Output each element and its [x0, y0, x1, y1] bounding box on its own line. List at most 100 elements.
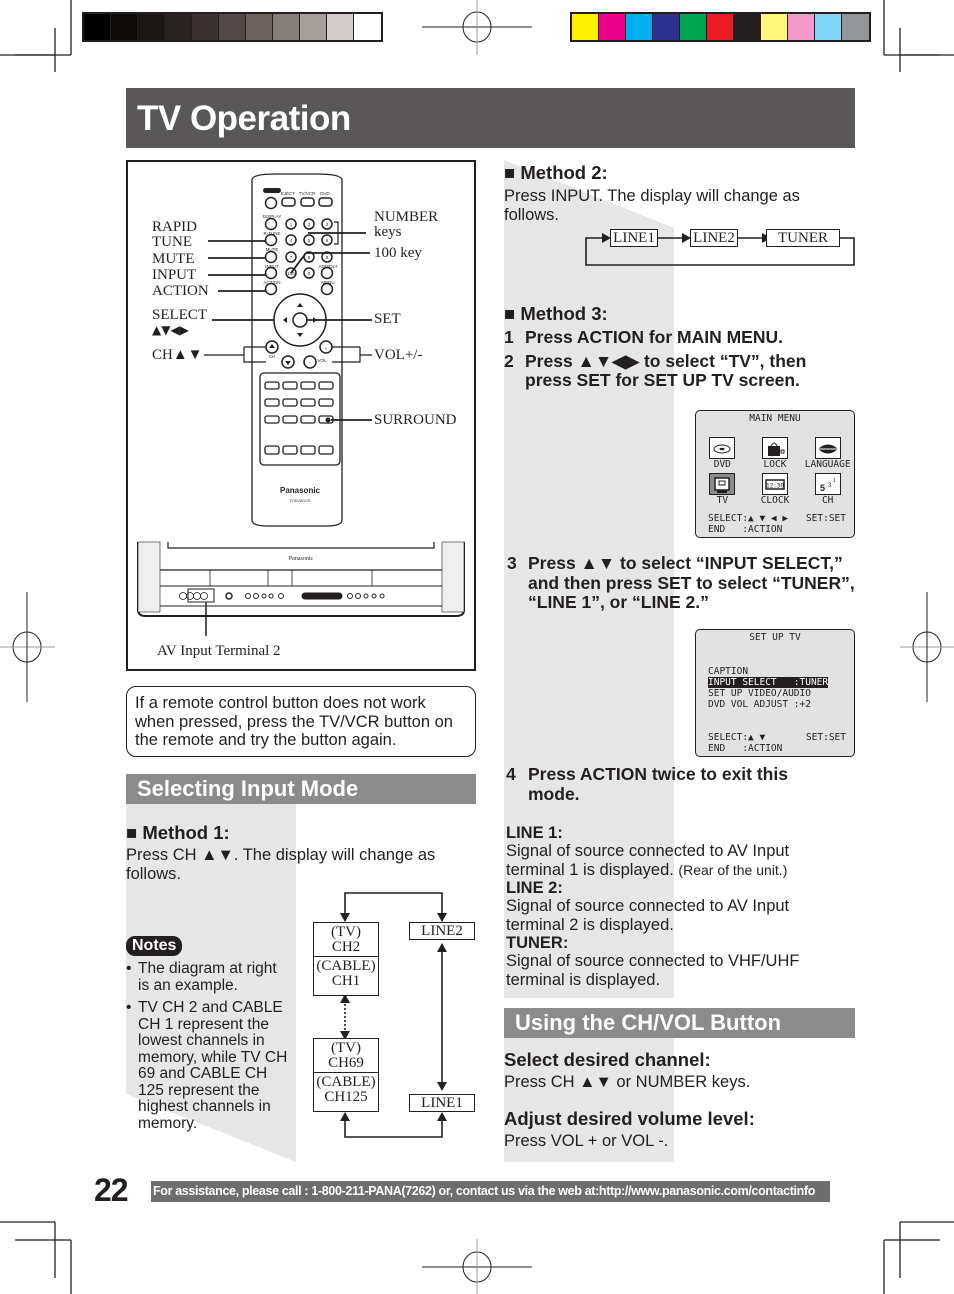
definition-text: Signal of source connected to AV Input t… [506, 842, 790, 879]
callout-rapid-tune: RAPID TUNE [152, 219, 198, 250]
setup-tv-title: SET UP TV [749, 632, 801, 643]
main-menu-item-dvd[interactable]: DVD [696, 437, 749, 470]
remote-brand: Panasonic [280, 486, 321, 495]
step-1: 1 Press ACTION for MAIN MENU. [504, 327, 783, 347]
notes-block: Notes • The diagram at right is an exampl… [126, 936, 291, 1132]
method-3-title: ■ Method 3: [504, 303, 608, 324]
step-3: 3 Press ▲▼ to select “INPUT SELECT,” and … [507, 553, 855, 612]
svg-text:MUTE: MUTE [266, 247, 279, 252]
svg-text:−: − [309, 360, 312, 365]
color-swatch [788, 14, 815, 40]
grayscale-swatch [327, 14, 354, 40]
color-swatch [761, 14, 788, 40]
setup-tv-osd: SET UP TV CAPTION INPUT SELECT :TUNER SET … [695, 629, 855, 757]
main-menu-title: MAIN MENU [749, 413, 801, 424]
main-menu-item-ch[interactable]: 5 3 1 CH [801, 473, 854, 506]
callout-mute: MUTE [152, 251, 195, 267]
note-item: • The diagram at right is an example. [126, 960, 277, 994]
main-menu-osd: MAIN MENU DVD LOCK LANGUAGE TV 12:30 CLOCK 5 3 1… [695, 410, 855, 538]
color-swatch [680, 14, 707, 40]
page-title-band: TV Operation [126, 88, 855, 148]
svg-text:5: 5 [820, 483, 825, 493]
remote-model: TV/DVD/VCR [289, 499, 311, 503]
callout-number-keys: NUMBER keys [374, 209, 439, 240]
svg-text:ADD/DLT: ADD/DLT [319, 264, 338, 269]
grayscale-swatch [192, 14, 219, 40]
callout-select: SELECT ▲▼◀▶ [152, 307, 207, 338]
svg-text:ACTION: ACTION [263, 280, 280, 285]
svg-text:1: 1 [833, 478, 836, 484]
lock-icon [767, 442, 785, 456]
flow-box-highest-channel: (TV) CH69 (CABLE) CH125 [313, 1038, 379, 1112]
svg-text:DVD: DVD [320, 191, 330, 196]
color-swatch [842, 14, 869, 40]
main-menu-item-label: LOCK [763, 459, 787, 470]
disc-icon [713, 444, 731, 454]
callout-av-input-terminal-2: AV Input Terminal 2 [157, 643, 281, 659]
method-1-title: ■ Method 1: [126, 822, 230, 843]
flow-box-line2: LINE2 [690, 229, 738, 247]
main-menu-item-language[interactable]: LANGUAGE [801, 437, 854, 470]
definition-text: Signal of source connected to AV Input t… [506, 897, 790, 934]
grayscale-swatch [138, 14, 165, 40]
method-1: ■ Method 1: Press CH ▲▼. The display wil… [126, 822, 476, 883]
grayscale-swatch [246, 14, 273, 40]
main-menu-item-label: CH [821, 495, 834, 506]
main-menu-item-label: LANGUAGE [804, 459, 851, 470]
main-menu-item-label: TV [716, 495, 729, 506]
page-number: 22 [94, 1172, 129, 1208]
color-swatch [815, 14, 842, 40]
setup-tv-set-hint: SET:SET [805, 732, 846, 743]
svg-text:INPUT: INPUT [265, 264, 279, 269]
grayscale-swatch-bar [82, 12, 383, 42]
flow-box-line1: LINE1 [409, 1094, 475, 1112]
color-swatch [707, 14, 734, 40]
callout-100-key: 100 key [374, 245, 422, 261]
grayscale-swatch [300, 14, 327, 40]
method-2-text: Press INPUT. The display will change as … [504, 187, 800, 224]
main-menu-item-clock[interactable]: 12:30 CLOCK [749, 473, 802, 506]
page-title: TV Operation [137, 99, 351, 138]
svg-text:CH: CH [269, 354, 276, 359]
definition-term: LINE 1: [506, 824, 563, 842]
callout-surround: SURROUND [374, 412, 457, 428]
color-swatch [599, 14, 626, 40]
main-menu-set-hint: SET:SET [805, 513, 846, 524]
svg-text:DISPLAY: DISPLAY [263, 214, 282, 219]
setup-tv-item[interactable]: INPUT SELECT :TUNER [708, 677, 829, 688]
footer-assistance-bar: For assistance, please call : 1-800-211-… [151, 1181, 830, 1202]
section-heading-ch-vol: Using the CH/VOL Button [504, 1008, 855, 1038]
svg-text:R-TUNE: R-TUNE [264, 231, 281, 236]
adjust-volume-text: Press VOL + or VOL -. [504, 1131, 669, 1150]
main-menu-item-label: CLOCK [760, 495, 790, 506]
svg-text:TV/VCR: TV/VCR [299, 191, 316, 196]
svg-text:EJECT: EJECT [281, 191, 296, 196]
color-swatch [626, 14, 653, 40]
lips-icon [817, 444, 838, 454]
svg-text:3: 3 [828, 483, 832, 489]
definition-term: TUNER: [506, 934, 569, 952]
svg-text:VOL: VOL [317, 358, 327, 363]
section-heading-selecting-input-mode: Selecting Input Mode [126, 774, 476, 804]
setup-tv-item[interactable]: CAPTION [708, 666, 828, 677]
flow-box-lowest-channel: (TV) CH2 (CABLE) CH1 [313, 922, 379, 996]
remote-tip-note: If a remote control button does not work… [126, 686, 476, 757]
select-channel-title: Select desired channel: [504, 1049, 711, 1070]
svg-text:+: + [325, 346, 328, 351]
input-definitions: LINE 1: Signal of source connected to AV … [506, 824, 856, 989]
note-item: • TV CH 2 and CABLE CH 1 represent the lo… [126, 999, 288, 1132]
method-2-title: ■ Method 2: [504, 162, 608, 183]
definition-text: Signal of source connected to VHF/UHF te… [506, 952, 800, 989]
method-2: ■ Method 2: Press INPUT. The display wil… [504, 162, 859, 224]
main-menu-item-tv[interactable]: TV [696, 473, 749, 506]
color-swatch [572, 14, 599, 40]
grayscale-swatch [111, 14, 138, 40]
tv-brand: Panasonic [289, 556, 314, 562]
channel-icon: 5 31 [820, 478, 836, 493]
callout-action: ACTION [152, 283, 209, 299]
setup-tv-item[interactable]: SET UP VIDEO/AUDIO [708, 688, 828, 699]
grayscale-swatch [273, 14, 300, 40]
surround-dot [325, 417, 331, 423]
setup-tv-item[interactable]: DVD VOL ADJUST :+2 [708, 699, 828, 710]
main-menu-item-lock[interactable]: LOCK [749, 437, 802, 470]
